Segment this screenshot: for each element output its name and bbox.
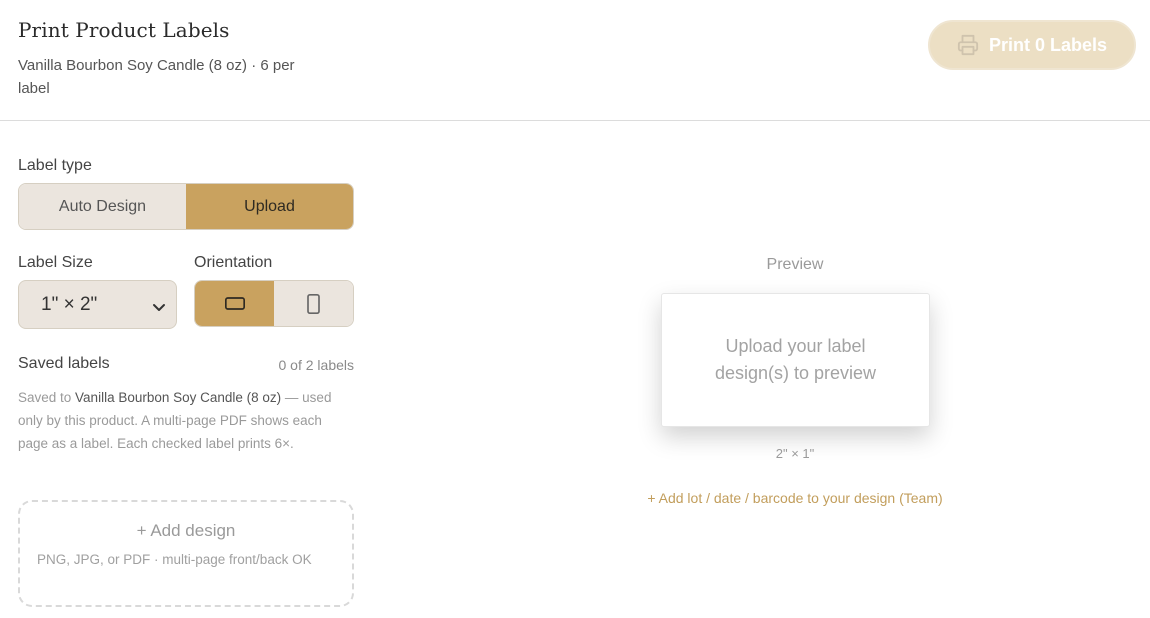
- preview-heading: Preview: [766, 256, 824, 273]
- saved-labels-count: 0 of 2 labels: [278, 357, 355, 373]
- page-subtitle: Vanilla Bourbon Soy Candle (8 oz) · 6 pe…: [18, 57, 295, 97]
- preview-card: Upload your label design(s) to preview: [661, 293, 930, 427]
- orientation-portrait-button[interactable]: [274, 281, 353, 326]
- landscape-orientation-icon: [224, 295, 246, 312]
- add-design-title: + Add design: [136, 521, 236, 540]
- preview-dimensions: 2" × 1": [775, 446, 815, 461]
- label-type-heading: Label type: [18, 157, 92, 174]
- add-lot-date-barcode-link[interactable]: + Add lot / date / barcode to your desig…: [595, 490, 995, 506]
- print-labels-button[interactable]: Print 0 Labels: [928, 20, 1136, 70]
- label-type-auto-design[interactable]: Auto Design: [19, 184, 186, 229]
- page-title: Print Product Labels: [18, 18, 230, 42]
- saved-labels-heading: Saved labels: [18, 355, 110, 372]
- label-type-toggle: Auto Design Upload: [18, 183, 354, 230]
- add-design-dropzone[interactable]: + Add design PNG, JPG, or PDF · multi-pa…: [18, 500, 354, 607]
- orientation-landscape-button[interactable]: [195, 281, 274, 326]
- saved-labels-description: Saved to Vanilla Bourbon Soy Candle (8 o…: [18, 386, 354, 455]
- preview-empty-text: Upload your label design(s) to preview: [714, 336, 877, 383]
- label-size-heading: Label Size: [18, 254, 93, 271]
- page-header: Print Product Labels Vanilla Bourbon Soy…: [0, 0, 1150, 121]
- orientation-heading: Orientation: [194, 254, 273, 271]
- add-design-hint: PNG, JPG, or PDF · multi-page front/back…: [37, 552, 312, 567]
- portrait-orientation-icon: [305, 293, 322, 315]
- label-size-select[interactable]: 1" × 2": [18, 280, 177, 329]
- printer-icon: [957, 34, 979, 56]
- desc-product-name: Vanilla Bourbon Soy Candle (8 oz): [75, 390, 282, 405]
- print-labels-button-label: Print 0 Labels: [988, 34, 1108, 55]
- desc-prefix: Saved to: [18, 390, 76, 405]
- chevron-down-icon: [152, 298, 166, 312]
- label-size-value: 1" × 2": [41, 293, 98, 315]
- orientation-toggle: [194, 280, 354, 327]
- label-type-upload[interactable]: Upload: [186, 184, 353, 229]
